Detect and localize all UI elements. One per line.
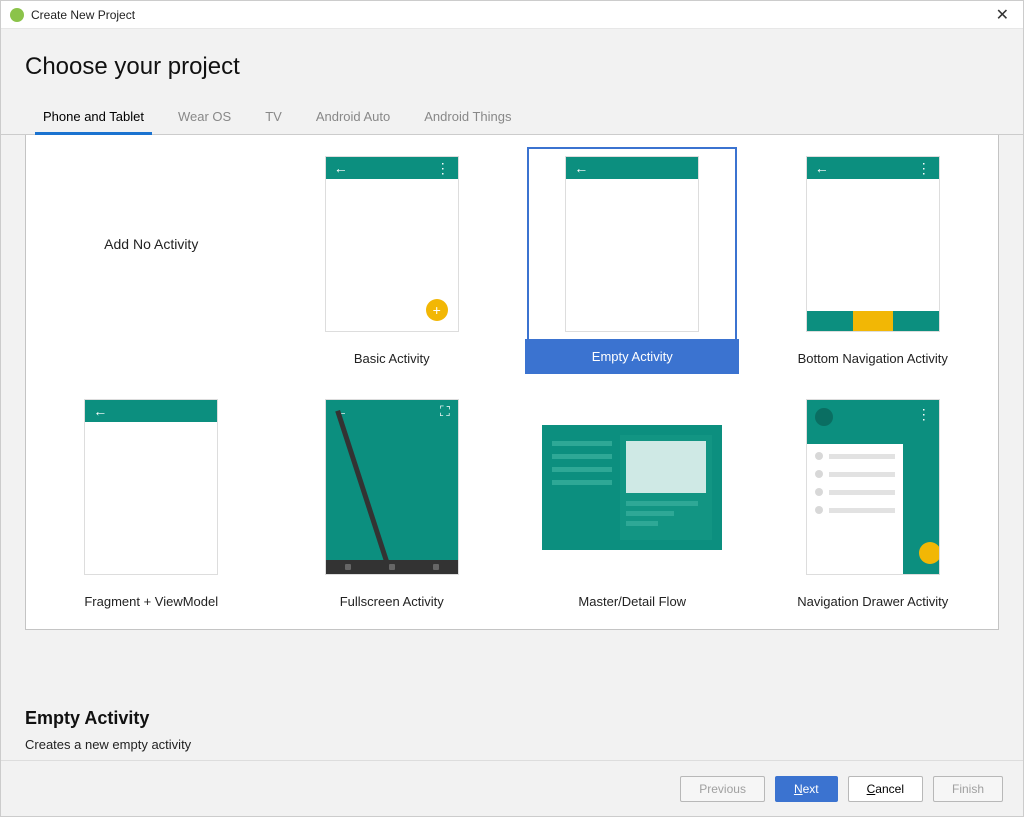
next-button[interactable]: Next: [775, 776, 838, 802]
template-label: Navigation Drawer Activity: [760, 584, 987, 619]
cancel-button[interactable]: Cancel: [848, 776, 923, 802]
preview-navigation-drawer-activity: ⋮: [768, 390, 978, 584]
bottom-nav-icon: [807, 311, 939, 331]
content: Choose your project Phone and Tablet Wea…: [1, 29, 1023, 816]
preview-empty-activity: ←: [527, 147, 737, 341]
template-empty-activity[interactable]: ← Empty Activity: [517, 145, 748, 378]
tab-wear-os[interactable]: Wear OS: [176, 109, 233, 134]
finish-button[interactable]: Finish: [933, 776, 1003, 802]
overflow-icon: ⋮: [917, 166, 931, 170]
preview-fragment-viewmodel: ←: [46, 390, 256, 584]
template-gallery[interactable]: Add No Activity . ← ⋮: [25, 135, 999, 630]
preview-bottom-navigation-activity: ← ⋮: [768, 147, 978, 341]
window-title: Create New Project: [31, 8, 990, 22]
page-title: Choose your project: [1, 29, 1023, 91]
description-area: Empty Activity Creates a new empty activ…: [1, 694, 1023, 760]
preview-basic-activity: ← ⋮ +: [287, 147, 497, 341]
add-no-activity-text: Add No Activity: [104, 236, 198, 252]
overflow-icon: ⋮: [917, 406, 931, 423]
preview-fullscreen-activity: ← ⛶: [287, 390, 497, 584]
template-add-no-activity[interactable]: Add No Activity .: [36, 145, 267, 378]
tab-tv[interactable]: TV: [263, 109, 284, 134]
footer: Previous Next Cancel Finish: [1, 760, 1023, 816]
template-basic-activity[interactable]: ← ⋮ + Basic Activity: [277, 145, 508, 378]
tab-android-auto[interactable]: Android Auto: [314, 109, 392, 134]
avatar-icon: [815, 408, 833, 426]
template-fullscreen-activity[interactable]: ← ⛶ Fullscreen Activity: [277, 388, 508, 621]
android-studio-icon: [9, 7, 25, 23]
back-arrow-icon: ←: [815, 160, 829, 176]
template-navigation-drawer-activity[interactable]: ⋮ Navigation Drawer Activity: [758, 388, 989, 621]
tab-phone-and-tablet[interactable]: Phone and Tablet: [41, 109, 146, 134]
back-arrow-icon: ←: [574, 160, 588, 176]
template-label: Fullscreen Activity: [279, 584, 506, 619]
back-arrow-icon: ←: [93, 403, 107, 419]
template-label: Fragment + ViewModel: [38, 584, 265, 619]
device-tabs: Phone and Tablet Wear OS TV Android Auto…: [1, 91, 1023, 135]
wizard-window: Create New Project ✕ Choose your project…: [0, 0, 1024, 817]
titlebar: Create New Project ✕: [1, 1, 1023, 29]
preview-master-detail-flow: [527, 390, 737, 584]
template-label: Empty Activity: [525, 339, 739, 374]
template-label: Master/Detail Flow: [519, 584, 746, 619]
preview-add-no-activity: Add No Activity: [46, 147, 256, 341]
template-master-detail-flow[interactable]: Master/Detail Flow: [517, 388, 748, 621]
template-gallery-wrap: Add No Activity . ← ⋮: [1, 135, 1023, 694]
template-fragment-viewmodel[interactable]: ← Fragment + ViewModel: [36, 388, 267, 621]
fullscreen-icon: ⛶: [440, 403, 450, 420]
description-text: Creates a new empty activity: [25, 737, 999, 752]
fab-icon: +: [426, 299, 448, 321]
previous-button[interactable]: Previous: [680, 776, 765, 802]
overflow-icon: ⋮: [436, 166, 450, 170]
template-grid: Add No Activity . ← ⋮: [26, 135, 998, 630]
diagonal-decoration: [335, 410, 408, 575]
template-label: Basic Activity: [279, 341, 506, 376]
system-navbar-icon: [326, 560, 458, 574]
close-icon[interactable]: ✕: [990, 5, 1015, 25]
back-arrow-icon: ←: [334, 160, 348, 176]
tab-android-things[interactable]: Android Things: [422, 109, 513, 134]
template-bottom-navigation-activity[interactable]: ← ⋮ Bottom Navigation Activity: [758, 145, 989, 378]
template-label: Bottom Navigation Activity: [760, 341, 987, 376]
fab-icon: [919, 542, 940, 564]
description-title: Empty Activity: [25, 708, 999, 729]
